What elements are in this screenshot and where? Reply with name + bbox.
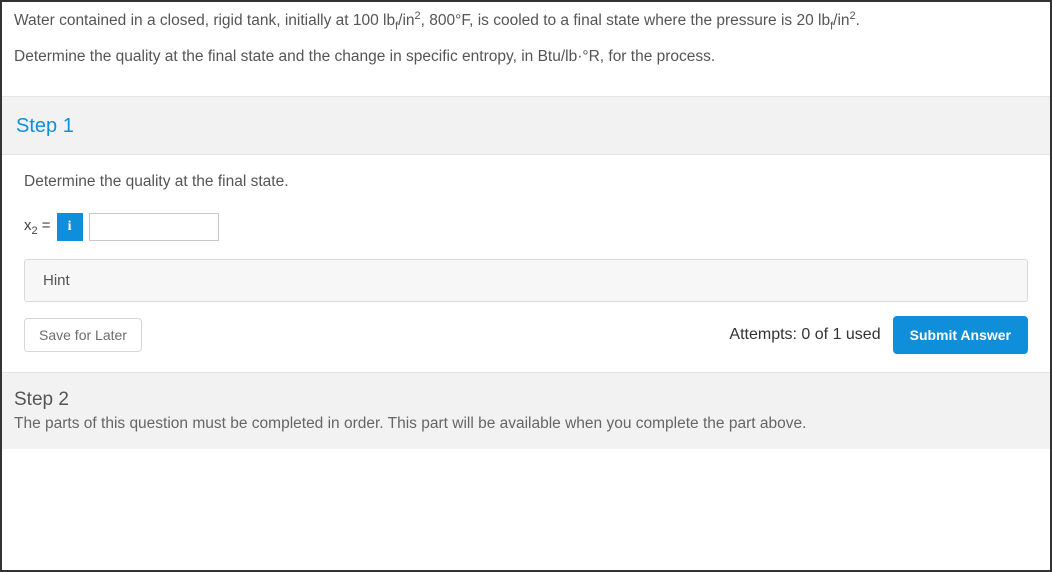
hint-bar[interactable]: Hint	[24, 259, 1028, 302]
label-prefix: x	[24, 217, 32, 234]
step2-title: Step 2	[14, 389, 1038, 411]
hint-label: Hint	[43, 272, 70, 289]
text-fragment: , 800°F, is cooled to a final state wher…	[421, 12, 830, 29]
submit-answer-button[interactable]: Submit Answer	[893, 316, 1028, 354]
attempts-counter: Attempts: 0 of 1 used	[729, 326, 880, 344]
text-fragment: .	[856, 12, 860, 29]
step2-header: Step 2 The parts of this question must b…	[2, 373, 1050, 449]
info-icon[interactable]: i	[57, 213, 83, 241]
problem-line-1: Water contained in a closed, rigid tank,…	[14, 10, 1038, 32]
step1-title: Step 1	[16, 115, 1036, 138]
answer-variable-label: x2 =	[24, 217, 51, 237]
text-fragment: Water contained in a closed, rigid tank,…	[14, 12, 395, 29]
text-fragment: /in	[398, 12, 414, 29]
label-suffix: =	[38, 217, 51, 234]
step1-header: Step 1	[2, 97, 1050, 155]
step2-locked-message: The parts of this question must be compl…	[14, 415, 1038, 433]
save-for-later-label: Save for Later	[39, 327, 127, 343]
question-container: Water contained in a closed, rigid tank,…	[2, 2, 1050, 570]
answer-row: x2 = i	[2, 203, 1050, 255]
save-for-later-button[interactable]: Save for Later	[24, 318, 142, 352]
step1-instruction: Determine the quality at the final state…	[2, 155, 1050, 203]
text-fragment: /in	[833, 12, 849, 29]
quality-answer-input[interactable]	[89, 213, 219, 241]
problem-line-2: Determine the quality at the final state…	[14, 48, 1038, 66]
action-row: Save for Later Attempts: 0 of 1 used Sub…	[24, 316, 1028, 354]
page-frame: Water contained in a closed, rigid tank,…	[0, 0, 1052, 572]
problem-statement: Water contained in a closed, rigid tank,…	[2, 2, 1050, 97]
submit-answer-label: Submit Answer	[910, 327, 1011, 343]
step2-block: Step 2 The parts of this question must b…	[2, 372, 1050, 449]
